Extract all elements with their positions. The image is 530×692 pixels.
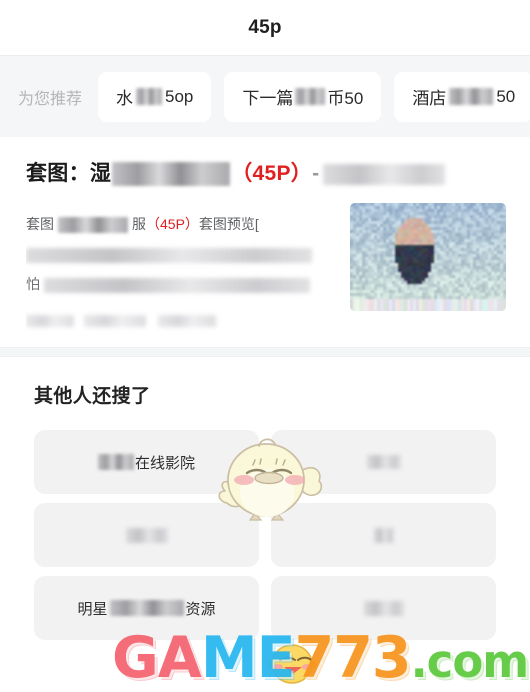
related-search-title: 其他人还搜了 [34, 386, 151, 407]
article-title-dash: - [312, 162, 320, 185]
redacted-block [449, 88, 494, 105]
redacted-block [112, 162, 231, 187]
chip-suffix-text: 币50 [327, 89, 364, 108]
article-body: 套图 服（45P）套图预览[ 怕 [26, 203, 506, 335]
recommendation-bar: 为您推荐 水 5op 下一篇 币50 酒店 50 [0, 55, 530, 137]
related-search-grid: 在线影院 明星 资源 [34, 430, 496, 640]
mobile-page: 45p 为您推荐 水 5op 下一篇 币50 酒店 50 套图：湿 （45P）-… [0, 0, 530, 692]
redacted-block [136, 88, 163, 105]
watermark-part-com: .com [410, 635, 530, 688]
redacted-block [366, 455, 401, 469]
page-header: 45p [0, 0, 530, 55]
section-divider [0, 347, 530, 357]
recommendation-chip[interactable]: 酒店 50 [394, 71, 530, 122]
related-search-tile[interactable]: 在线影院 [34, 430, 259, 494]
redacted-block [295, 88, 326, 105]
related-search-tile[interactable] [271, 503, 496, 567]
redacted-block [97, 454, 134, 470]
article-description: 套图 服（45P）套图预览[ 怕 [26, 209, 350, 335]
related-search-section: 其他人还搜了 在线影院 明星 资源 [0, 357, 530, 640]
redacted-block [109, 600, 184, 616]
article-thumbnail[interactable] [350, 203, 506, 311]
recommendation-chip[interactable]: 下一篇 币50 [224, 71, 382, 122]
desc-photo-count: （45P） [146, 216, 199, 232]
related-search-tile[interactable] [271, 430, 496, 494]
article-photo-count: （45P） [231, 162, 313, 185]
redacted-block [58, 217, 128, 234]
redacted-block [26, 315, 74, 328]
recommendation-label: 为您推荐 [18, 90, 83, 108]
redacted-block [84, 315, 146, 328]
related-search-tile[interactable] [271, 576, 496, 640]
chip-prefix-text: 水 [116, 89, 134, 108]
page-title: 45p [248, 16, 282, 38]
recommendation-chip-list[interactable]: 水 5op 下一篇 币50 酒店 50 [98, 71, 530, 122]
desc-suffix: 套图预览[ [198, 216, 259, 232]
article-section: 套图：湿 （45P）- 套图 服（45P）套图预览[ 怕 [0, 137, 530, 521]
redacted-block [373, 527, 394, 543]
watermark-chick-icon [267, 644, 317, 684]
desc-prefix: 套图 [26, 216, 54, 232]
article-title-prefix: 套图：湿 [26, 162, 112, 185]
chip-prefix-text: 下一篇 [242, 89, 294, 108]
description-line: 套图 服（45P）套图预览[ [26, 209, 336, 239]
tile-suffix-text: 资源 [185, 600, 216, 618]
chip-suffix-text: 50 [496, 86, 516, 106]
description-line: 怕 [26, 269, 336, 299]
chip-suffix-text: 5op [165, 86, 194, 106]
thumbnail-image [350, 203, 506, 311]
description-line [26, 305, 336, 335]
redacted-block [363, 600, 404, 616]
redacted-block [44, 277, 310, 293]
redacted-block [26, 247, 312, 263]
chip-prefix-text: 酒店 [412, 89, 447, 108]
desc-prefix: 怕 [26, 276, 40, 292]
description-line [26, 239, 336, 269]
related-search-tile[interactable] [34, 503, 259, 567]
tile-prefix-text: 明星 [77, 600, 108, 618]
redacted-block [125, 527, 168, 543]
desc-mid: 服 [132, 216, 146, 232]
redacted-block [158, 315, 216, 328]
redacted-block [323, 163, 446, 185]
article-title[interactable]: 套图：湿 （45P）- [26, 159, 506, 189]
recommendation-chip[interactable]: 水 5op [98, 71, 212, 122]
related-search-tile[interactable]: 明星 资源 [34, 576, 259, 640]
tile-suffix-text: 在线影院 [134, 454, 195, 472]
